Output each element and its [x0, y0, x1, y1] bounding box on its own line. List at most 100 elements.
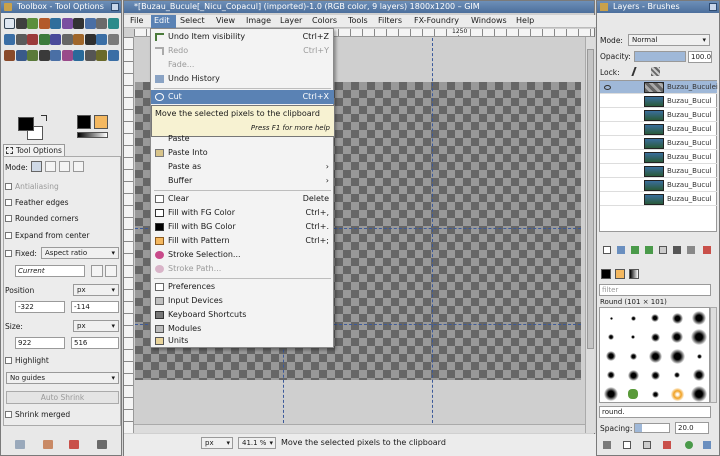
- brush-cell[interactable]: [651, 314, 659, 322]
- menu-item-preferences[interactable]: Preferences: [151, 280, 334, 294]
- layer-row[interactable]: Buzau_Bucul: [600, 193, 717, 206]
- brush-cell[interactable]: [630, 315, 636, 321]
- mask-layer-icon[interactable]: [687, 246, 695, 254]
- tool-icon[interactable]: [50, 18, 61, 29]
- menu-item-clear[interactable]: Clear Delete: [151, 192, 334, 206]
- edit-brush-icon[interactable]: [603, 441, 611, 449]
- antialiasing-checkbox[interactable]: Antialiasing: [5, 182, 59, 191]
- menu-item-fill-bg[interactable]: Fill with BG Color Ctrl+.: [151, 220, 334, 234]
- tool-icon[interactable]: [50, 50, 61, 61]
- tool-icon[interactable]: [73, 34, 84, 45]
- tool-icon[interactable]: [4, 50, 15, 61]
- gradients-tab[interactable]: [629, 269, 639, 279]
- menu-item-undo[interactable]: Undo Item visibility Ctrl+Z: [151, 30, 334, 44]
- menu-file[interactable]: File: [130, 15, 143, 27]
- menu-item-cut[interactable]: Cut Ctrl+X: [151, 90, 334, 104]
- layer-row[interactable]: Buzau_Buculei: [600, 81, 718, 94]
- layer-row[interactable]: Buzau_Bucul: [600, 165, 717, 178]
- menu-item-paste-as[interactable]: Paste as ›: [151, 160, 334, 174]
- reset-options-icon[interactable]: [97, 440, 107, 449]
- brush-cell[interactable]: [629, 352, 637, 360]
- menu-item-units[interactable]: Units: [151, 334, 334, 348]
- menu-item-fill-pattern[interactable]: Fill with Pattern Ctrl+;: [151, 234, 334, 248]
- tool-icon[interactable]: [73, 18, 84, 29]
- save-options-icon[interactable]: [15, 440, 25, 449]
- tool-icon[interactable]: [107, 34, 119, 45]
- menu-tools[interactable]: Tools: [348, 15, 368, 27]
- brush-cell[interactable]: [669, 348, 685, 364]
- layer-row[interactable]: Buzau_Bucul: [600, 137, 717, 150]
- shrink-merged-checkbox[interactable]: Shrink merged: [5, 410, 70, 419]
- menu-item-keyboard-shortcuts[interactable]: Keyboard Shortcuts: [151, 308, 334, 322]
- layer-mode-dropdown[interactable]: Normal ▾: [628, 34, 710, 46]
- duplicate-brush-icon[interactable]: [643, 441, 651, 449]
- brush-cell[interactable]: [693, 369, 705, 381]
- horizontal-scrollbar[interactable]: [134, 424, 585, 433]
- menu-edit[interactable]: Edit: [151, 15, 176, 28]
- layer-row[interactable]: Buzau_Bucul: [600, 123, 717, 136]
- new-layer-icon[interactable]: [603, 246, 611, 254]
- tool-icon[interactable]: [96, 50, 107, 61]
- menu-windows[interactable]: Windows: [471, 15, 507, 27]
- opacity-slider[interactable]: [634, 51, 686, 62]
- spacing-slider[interactable]: [634, 423, 670, 433]
- open-brush-icon[interactable]: [703, 441, 711, 449]
- brush-cell[interactable]: [609, 316, 613, 320]
- menu-select[interactable]: Select: [180, 15, 205, 27]
- tool-icon[interactable]: [84, 34, 96, 45]
- menu-item-redo[interactable]: Redo Ctrl+Y: [151, 44, 334, 58]
- toolbox-titlebar[interactable]: Toolbox - Tool Options: [1, 1, 121, 13]
- position-x-input[interactable]: -322: [15, 301, 65, 313]
- layer-row[interactable]: Buzau_Bucul: [600, 95, 717, 108]
- expand-from-center-checkbox[interactable]: Expand from center: [5, 231, 89, 240]
- menu-view[interactable]: View: [216, 15, 235, 27]
- tool-icon[interactable]: [27, 34, 38, 45]
- tool-icon[interactable]: [27, 50, 38, 61]
- tool-icon[interactable]: [107, 18, 119, 29]
- raise-layer-icon[interactable]: [631, 246, 639, 254]
- highlight-checkbox[interactable]: Highlight: [5, 356, 49, 365]
- brush-cell[interactable]: [691, 386, 707, 402]
- brush-cell[interactable]: [671, 331, 683, 343]
- mode-add-button[interactable]: [45, 161, 56, 172]
- tool-icon[interactable]: [27, 18, 38, 29]
- brush-scrollbar[interactable]: [710, 307, 717, 403]
- menu-item-fill-fg[interactable]: Fill with FG Color Ctrl+,: [151, 206, 334, 220]
- close-icon[interactable]: [709, 3, 717, 11]
- zoom-dropdown[interactable]: 41.1 % ▾: [238, 437, 276, 449]
- delete-brush-icon[interactable]: [663, 441, 671, 449]
- position-unit-dropdown[interactable]: px ▾: [73, 284, 119, 296]
- brush-grid[interactable]: [599, 307, 710, 403]
- pattern-preview[interactable]: [94, 115, 108, 129]
- landscape-button[interactable]: [105, 265, 117, 277]
- eye-icon[interactable]: [604, 85, 611, 90]
- scrollbar-thumb[interactable]: [587, 49, 594, 349]
- menu-item-stroke-path[interactable]: Stroke Path...: [151, 262, 334, 276]
- brush-cell[interactable]: [606, 351, 616, 361]
- position-y-input[interactable]: -114: [71, 301, 119, 313]
- delete-options-icon[interactable]: [69, 440, 79, 449]
- brush-cell[interactable]: [650, 332, 660, 342]
- menu-item-stroke-selection[interactable]: Stroke Selection...: [151, 248, 334, 262]
- refresh-brushes-icon[interactable]: [685, 441, 693, 449]
- portrait-button[interactable]: [91, 265, 103, 277]
- size-unit-dropdown[interactable]: px ▾: [73, 320, 119, 332]
- spacing-input[interactable]: 20.0: [675, 422, 709, 434]
- menu-item-paste[interactable]: Paste: [151, 132, 334, 146]
- size-height-input[interactable]: 516: [71, 337, 119, 349]
- brush-cell[interactable]: [670, 387, 684, 401]
- brush-cell[interactable]: [696, 353, 702, 359]
- fg-color-swatch[interactable]: [18, 117, 34, 131]
- new-brush-icon[interactable]: [623, 441, 631, 449]
- tool-icon[interactable]: [96, 34, 107, 45]
- unit-dropdown[interactable]: px ▾: [201, 437, 233, 449]
- brush-filter-input[interactable]: filter: [599, 284, 711, 296]
- tool-icon[interactable]: [4, 18, 15, 29]
- tool-icon[interactable]: [15, 18, 27, 29]
- mode-subtract-button[interactable]: [59, 161, 70, 172]
- brush-cell[interactable]: [674, 372, 680, 378]
- lock-alpha-icon[interactable]: [651, 67, 660, 76]
- layer-row[interactable]: Buzau_Bucul: [600, 179, 717, 192]
- brush-cell[interactable]: [648, 349, 662, 363]
- brush-cell[interactable]: [651, 390, 659, 398]
